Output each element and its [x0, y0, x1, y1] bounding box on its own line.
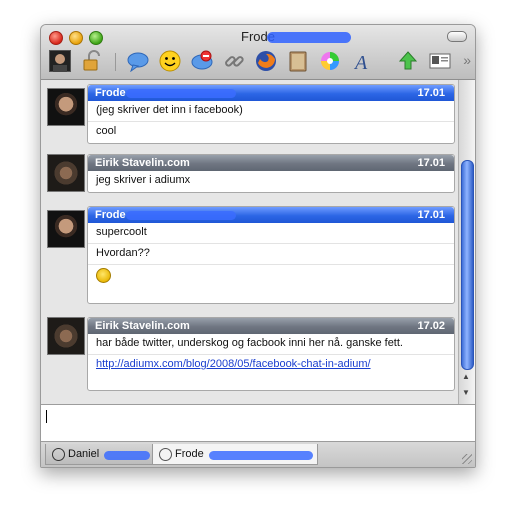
vertical-scrollbar[interactable]: ▲ ▼	[458, 80, 475, 404]
chat-status-icon	[52, 448, 65, 461]
color-wheel-icon[interactable]	[319, 50, 341, 72]
message-line: (jeg skriver det inn i facebook)	[88, 101, 454, 122]
message-line	[88, 265, 454, 291]
avatar	[47, 154, 85, 192]
sender-name: Frode	[95, 209, 126, 221]
lock-icon[interactable]	[81, 50, 103, 72]
chat-window: Frode A » Frode 17.01 (jeg skriver det i…	[40, 24, 476, 468]
sender-name: Eirik Stavelin.com	[95, 320, 190, 332]
block-icon[interactable]	[191, 50, 213, 72]
link-icon[interactable]	[223, 50, 245, 72]
message-header: Frode 17.01	[88, 207, 454, 223]
svg-text:A: A	[353, 52, 368, 72]
message-line: http://adiumx.com/blog/2008/05/facebook-…	[88, 355, 454, 375]
sender-name: Eirik Stavelin.com	[95, 157, 190, 169]
redaction-mark	[209, 451, 313, 460]
tab-label: Frode	[175, 448, 204, 460]
toolbar-separator	[115, 53, 116, 71]
message-time: 17.01	[417, 209, 445, 221]
scroll-up-arrow-icon[interactable]: ▲	[462, 372, 470, 381]
message-header: Eirik Stavelin.com 17.02	[88, 318, 454, 334]
toolbar-toggle-button[interactable]	[447, 31, 467, 42]
font-icon[interactable]: A	[351, 50, 373, 72]
speech-bubble-icon[interactable]	[127, 50, 149, 72]
tab-label: Daniel	[68, 448, 100, 460]
title-bar[interactable]: Frode A »	[41, 25, 475, 80]
message-time: 17.01	[417, 157, 445, 169]
message-line: har både twitter, underskog og facbook i…	[88, 334, 454, 355]
speech-bubble-icon	[159, 448, 172, 461]
address-book-icon[interactable]	[287, 50, 309, 72]
sender-name: Frode	[95, 87, 126, 99]
smiley-icon[interactable]	[159, 50, 181, 72]
user-avatar-icon[interactable]	[49, 50, 71, 72]
window-title: Frode	[241, 29, 275, 44]
message-bubble: Frode 17.01 (jeg skriver det inn i faceb…	[87, 84, 455, 144]
info-card-icon[interactable]	[429, 50, 451, 72]
message-input[interactable]	[41, 404, 475, 442]
redaction-mark	[126, 211, 236, 220]
tab-daniel[interactable]: Daniel	[45, 444, 153, 465]
message-transcript[interactable]: Frode 17.01 (jeg skriver det inn i faceb…	[41, 80, 458, 404]
message-link[interactable]: http://adiumx.com/blog/2008/05/facebook-…	[96, 358, 371, 370]
scroll-down-arrow-icon[interactable]: ▼	[462, 388, 470, 397]
resize-grip[interactable]	[462, 454, 472, 464]
message-bubble: Eirik Stavelin.com 17.01 jeg skriver i a…	[87, 154, 455, 193]
message-header: Frode 17.01	[88, 85, 454, 101]
message-bubble: Frode 17.01 supercoolt Hvordan??	[87, 206, 455, 304]
message-time: 17.01	[417, 87, 445, 99]
message-header: Eirik Stavelin.com 17.01	[88, 155, 454, 171]
text-caret	[46, 410, 47, 423]
upload-icon[interactable]	[397, 50, 419, 72]
more-chevron-icon[interactable]: »	[463, 52, 471, 68]
redaction-mark	[267, 32, 351, 43]
message-time: 17.02	[417, 320, 445, 332]
smiley-emoticon-icon	[96, 268, 111, 283]
avatar	[47, 88, 85, 126]
avatar	[47, 210, 85, 248]
firefox-icon[interactable]	[255, 50, 277, 72]
tab-bar: Daniel Frode	[41, 442, 475, 467]
message-line: supercoolt	[88, 223, 454, 244]
tab-frode[interactable]: Frode	[152, 444, 318, 465]
redaction-mark	[104, 451, 150, 460]
avatar	[47, 317, 85, 355]
redaction-mark	[126, 89, 236, 98]
message-line: Hvordan??	[88, 244, 454, 265]
message-bubble: Eirik Stavelin.com 17.02 har både twitte…	[87, 317, 455, 391]
scroll-thumb[interactable]	[461, 160, 474, 370]
message-line: jeg skriver i adiumx	[96, 174, 191, 186]
message-line: cool	[96, 125, 117, 137]
